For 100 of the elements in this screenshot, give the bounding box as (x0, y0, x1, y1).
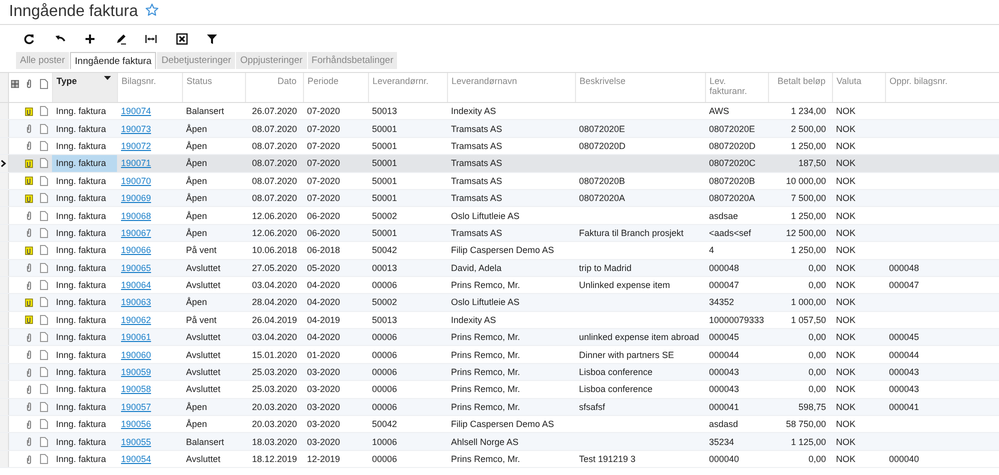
document-icon[interactable] (40, 350, 48, 360)
page-title: Inngående faktura (9, 3, 138, 21)
voucher-link[interactable]: 190068 (121, 210, 152, 221)
favorite-star-icon[interactable] (145, 3, 159, 17)
tab[interactable]: Oppjusteringer (236, 52, 307, 69)
paperclip-icon[interactable] (26, 368, 32, 377)
document-icon[interactable] (40, 454, 48, 464)
table-cell: 50001 (372, 140, 398, 151)
table-cell: 50001 (372, 193, 398, 204)
note-attachment-icon[interactable] (25, 315, 33, 324)
table-cell: 58 750,00 (786, 419, 826, 430)
table-cell: 7 500,00 (790, 193, 826, 204)
document-icon[interactable] (40, 193, 48, 204)
document-icon[interactable] (40, 158, 48, 168)
column-header[interactable]: Dato (277, 76, 296, 86)
note-attachment-icon[interactable] (25, 106, 33, 116)
paperclip-icon[interactable] (26, 211, 32, 220)
table-cell: 03-2020 (307, 367, 340, 378)
table-cell: 12.06.2020 (252, 210, 297, 221)
table-cell: Inng. faktura (56, 193, 106, 204)
table-cell: 07-2020 (307, 106, 340, 116)
paperclip-icon[interactable] (26, 402, 32, 412)
table-cell: 03.04.2020 (252, 280, 297, 290)
paperclip-icon[interactable] (26, 263, 32, 272)
note-attachment-icon[interactable] (25, 246, 33, 255)
document-icon[interactable] (40, 124, 48, 134)
voucher-link[interactable]: 190060 (121, 350, 152, 360)
column-header[interactable]: Bilagsnr. (122, 76, 156, 86)
document-icon[interactable] (40, 228, 48, 238)
tab[interactable]: Debetjusteringer (157, 52, 236, 69)
voucher-link[interactable]: 190074 (121, 106, 152, 116)
paperclip-icon[interactable] (26, 141, 32, 150)
table-cell: Inng. faktura (56, 350, 106, 360)
paperclip-icon[interactable] (26, 384, 32, 394)
voucher-link[interactable]: 190056 (121, 419, 152, 430)
table-cell: 34352 (709, 297, 734, 308)
paperclip-icon[interactable] (26, 228, 32, 238)
column-header[interactable]: Beskrivelse (580, 76, 626, 86)
paperclip-icon[interactable] (26, 420, 32, 429)
note-attachment-icon[interactable] (25, 158, 33, 168)
document-icon[interactable] (40, 402, 48, 412)
paperclip-icon[interactable] (26, 124, 32, 134)
column-header[interactable]: Periode (308, 76, 339, 86)
table-cell: 0,00 (808, 367, 826, 378)
column-header[interactable]: Status (186, 76, 212, 86)
paperclip-icon[interactable] (26, 350, 32, 360)
table-cell: 000048 (709, 262, 740, 273)
column-header[interactable]: Oppr. bilagsnr. (890, 76, 948, 86)
table-cell: NOK (836, 419, 856, 430)
paperclip-icon[interactable] (26, 332, 32, 342)
table-cell: 0,00 (808, 262, 826, 273)
table-cell: 00006 (372, 367, 398, 378)
tab[interactable]: Forhåndsbetalinger (308, 52, 398, 69)
document-icon[interactable] (40, 210, 48, 221)
tab[interactable]: Inngående faktura (70, 52, 156, 69)
table-cell: 000048 (889, 262, 920, 273)
voucher-link[interactable]: 190054 (121, 454, 152, 464)
table-cell: 07-2020 (307, 124, 340, 134)
document-icon[interactable] (40, 332, 48, 342)
voucher-link[interactable]: 190062 (121, 314, 152, 325)
voucher-link[interactable]: 190058 (121, 384, 152, 394)
table-cell: 0,00 (808, 280, 826, 290)
table-cell: Faktura til Branch prosjekt (579, 228, 684, 238)
document-icon[interactable] (40, 314, 48, 325)
document-icon[interactable] (40, 419, 48, 430)
document-icon[interactable] (40, 262, 48, 273)
note-attachment-icon[interactable] (25, 176, 33, 186)
table-cell: 08072020D (709, 140, 756, 151)
document-icon[interactable] (40, 106, 48, 116)
table-cell: 03.04.2020 (252, 332, 297, 342)
document-icon[interactable] (40, 367, 48, 378)
column-header[interactable]: Valuta (836, 76, 862, 86)
column-header[interactable]: Type (56, 76, 77, 86)
table-cell: 000043 (709, 367, 740, 378)
tab[interactable]: Alle poster (16, 52, 69, 69)
document-icon[interactable] (40, 384, 48, 394)
table-cell: NOK (836, 332, 856, 342)
document-icon[interactable] (40, 280, 48, 290)
document-icon[interactable] (40, 297, 48, 308)
table-cell: 18.03.2020 (252, 436, 297, 447)
sort-caret-icon[interactable] (104, 76, 110, 80)
voucher-link[interactable]: 190064 (121, 280, 152, 290)
grid-icon[interactable] (11, 80, 20, 88)
paperclip-icon[interactable] (26, 437, 32, 446)
note-attachment-icon[interactable] (25, 194, 33, 203)
table-cell: Indexity AS (451, 106, 496, 116)
document-icon[interactable] (40, 436, 48, 447)
voucher-link[interactable]: 190066 (121, 245, 152, 256)
paperclip-icon[interactable] (26, 454, 32, 464)
voucher-link[interactable]: 190070 (121, 176, 152, 186)
paperclip-icon[interactable] (26, 280, 32, 290)
document-icon[interactable] (40, 245, 48, 256)
voucher-link[interactable]: 190072 (121, 140, 152, 151)
document-icon[interactable] (40, 140, 48, 151)
note-attachment-icon[interactable] (25, 298, 33, 307)
table-cell: Tramsats AS (451, 158, 502, 168)
document-icon[interactable] (40, 176, 48, 186)
table-cell: På vent (186, 314, 217, 325)
table-cell: 1 250,00 (790, 210, 826, 221)
column-header[interactable]: Leverandørnavn (452, 76, 518, 86)
